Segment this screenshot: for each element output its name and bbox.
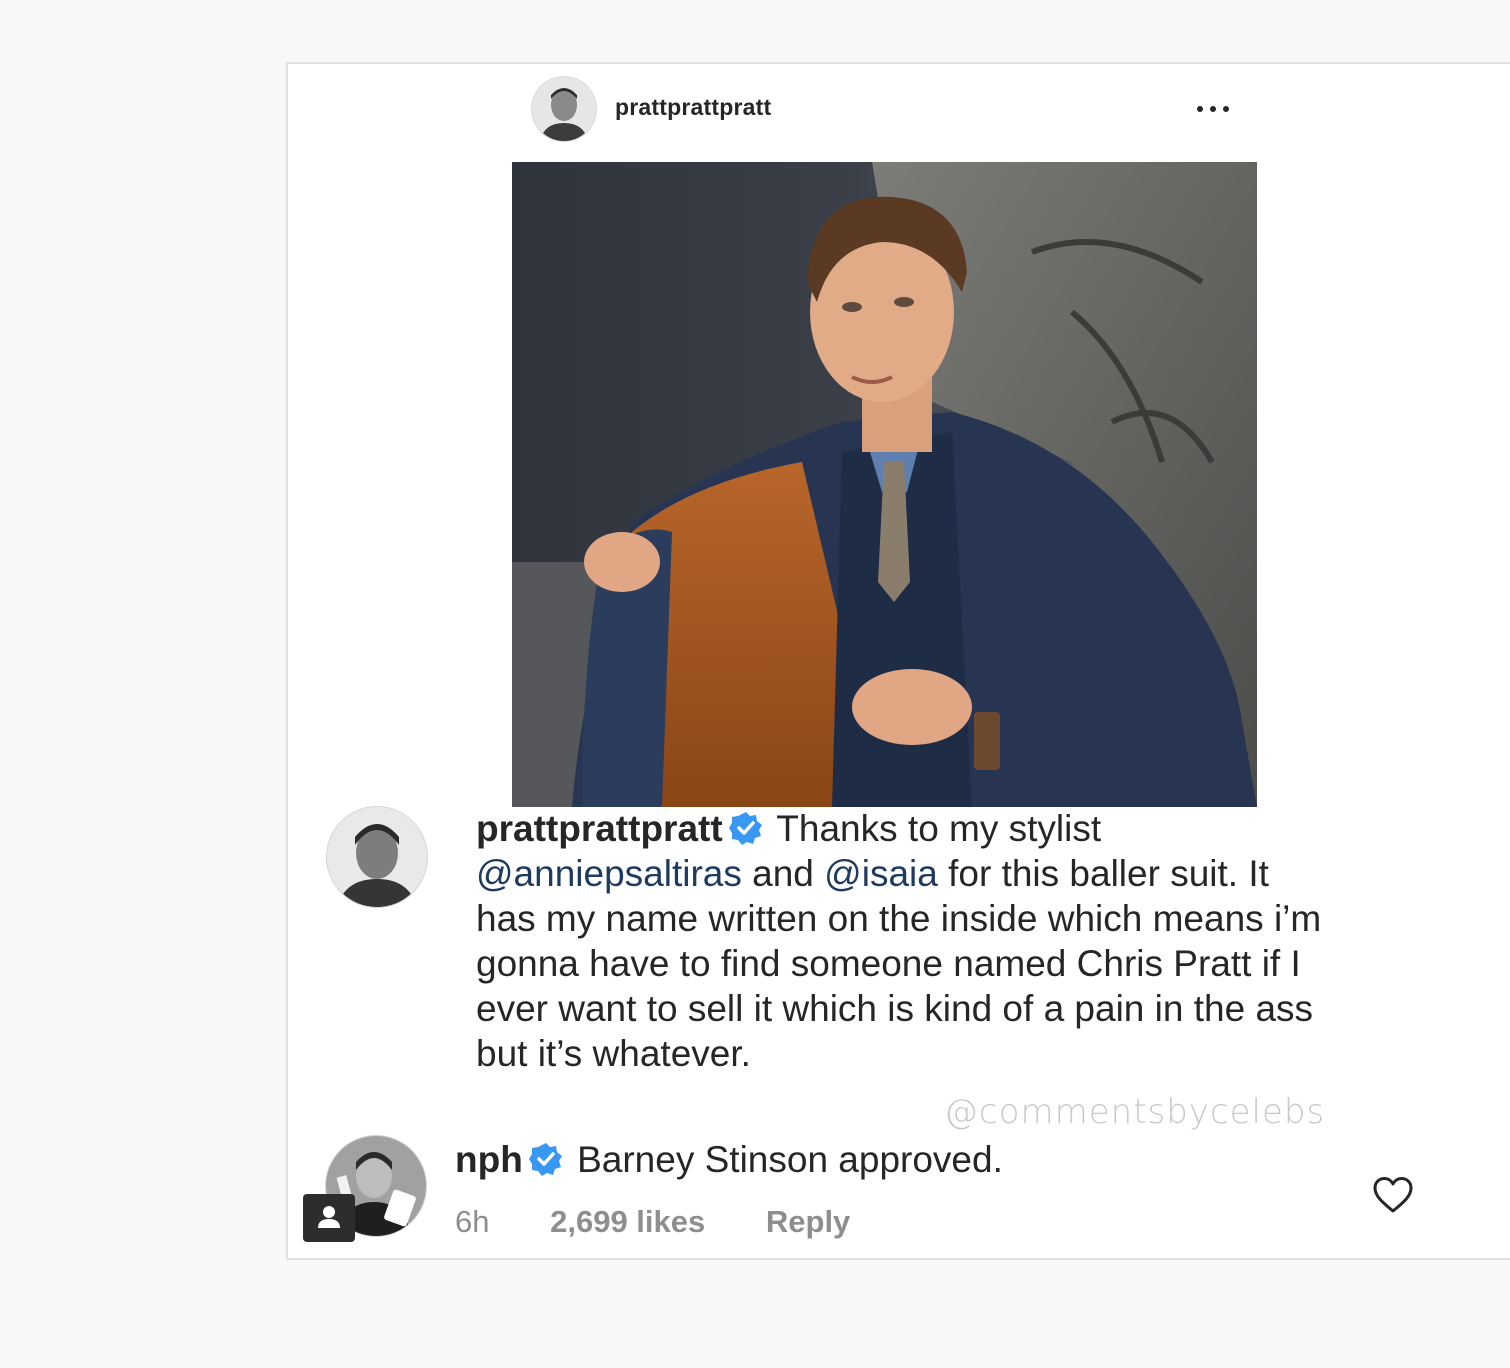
mention-link-brand[interactable]: @isaia <box>824 853 938 894</box>
caption-author-avatar[interactable] <box>326 806 428 908</box>
more-horizontal-icon <box>1197 106 1203 112</box>
mention-link-stylist[interactable]: @anniepsaltiras <box>476 853 742 894</box>
post-photo[interactable] <box>512 162 1257 807</box>
caption-text: prattprattpratt Thanks to my stylist @an… <box>476 806 1336 1076</box>
user-profile-icon <box>318 1206 340 1228</box>
reply-timestamp[interactable]: 6h <box>455 1204 489 1239</box>
caption-body-start: Thanks to my stylist <box>776 808 1102 849</box>
reply-text: nph Barney Stinson approved. <box>455 1137 1003 1182</box>
reply-body: Barney Stinson approved. <box>577 1139 1003 1180</box>
reply-username[interactable]: nph <box>455 1139 523 1180</box>
caption-username[interactable]: prattprattpratt <box>476 808 723 849</box>
profile-badge[interactable] <box>303 1194 355 1242</box>
reply-meta-row: 6h 2,699 likes Reply <box>455 1204 902 1240</box>
verified-badge-icon <box>528 1143 562 1176</box>
caption-body-and: and <box>752 853 814 894</box>
heart-outline-icon <box>1373 1177 1413 1213</box>
more-options-button[interactable] <box>1195 90 1231 126</box>
verified-badge-icon <box>728 812 762 845</box>
reply-likes-count[interactable]: 2,699 likes <box>550 1204 705 1239</box>
post-header: prattprattpratt <box>531 76 1231 142</box>
like-comment-button[interactable] <box>1372 1176 1414 1214</box>
post-author-avatar[interactable] <box>531 76 597 142</box>
watermark: @commentsbycelebs <box>944 1092 1326 1132</box>
reply-button[interactable]: Reply <box>766 1204 850 1239</box>
post-username[interactable]: prattprattpratt <box>615 94 771 121</box>
